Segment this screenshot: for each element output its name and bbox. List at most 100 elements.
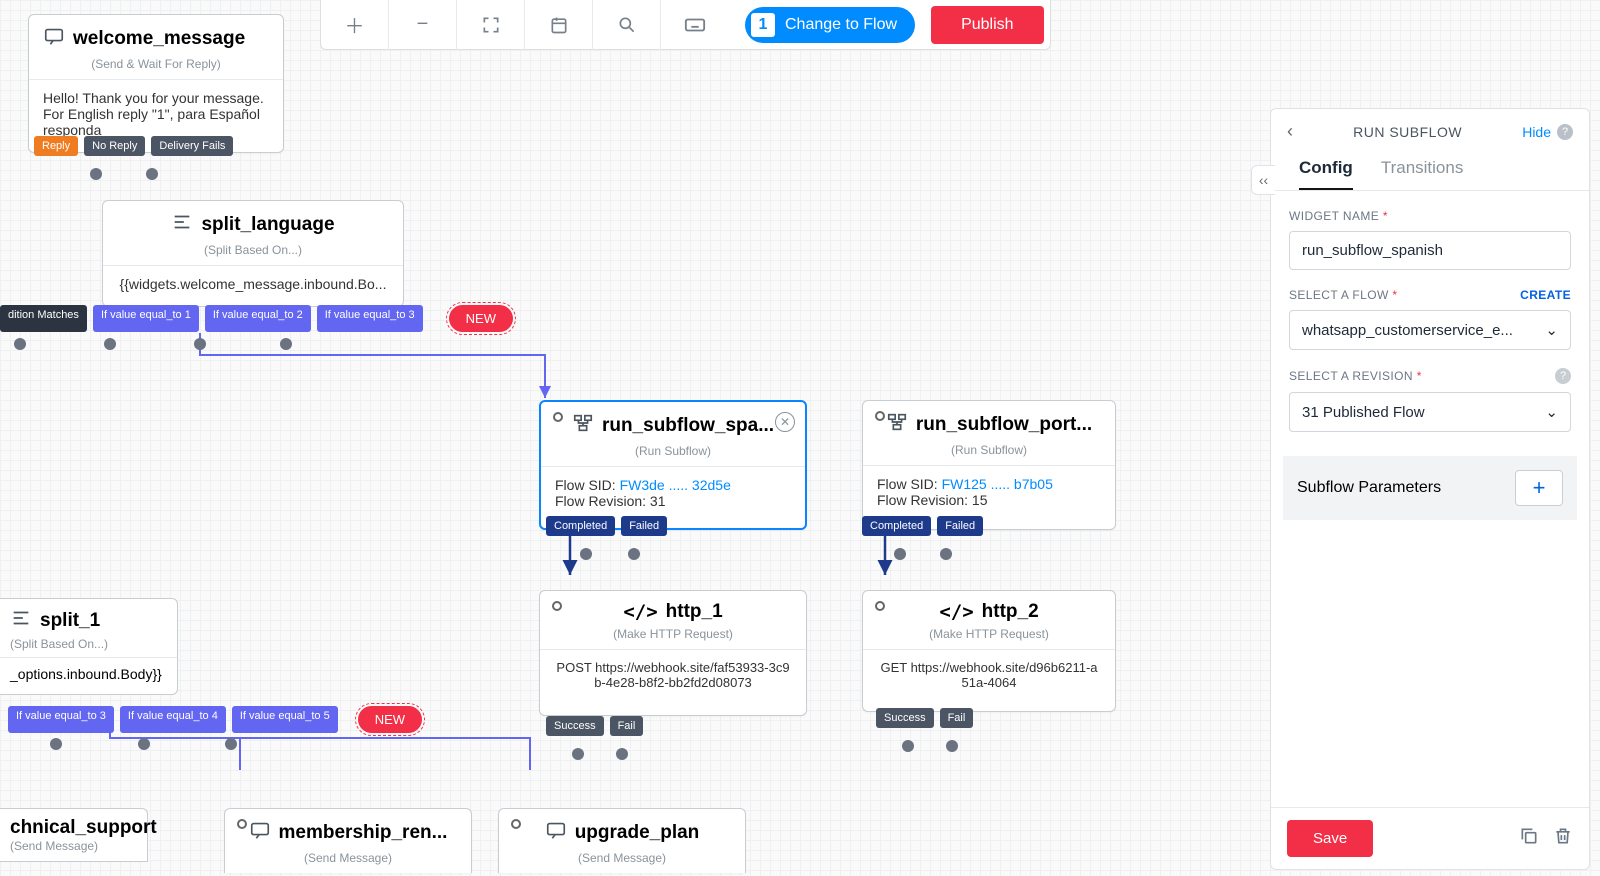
hide-panel-button[interactable]: Hide? bbox=[1522, 124, 1573, 140]
widget-name-input[interactable] bbox=[1289, 231, 1571, 270]
port[interactable] bbox=[194, 338, 206, 350]
port[interactable] bbox=[894, 548, 906, 560]
port[interactable] bbox=[146, 168, 158, 180]
widget-membership-ren[interactable]: membership_ren... (Send Message) bbox=[224, 808, 472, 873]
widget-upgrade-plan[interactable]: upgrade_plan (Send Message) bbox=[498, 808, 746, 873]
port[interactable] bbox=[280, 338, 292, 350]
port[interactable] bbox=[616, 748, 628, 760]
select-flow-label: SELECT A FLOW * bbox=[1289, 288, 1398, 302]
transition-pill[interactable]: Delivery Fails bbox=[151, 136, 233, 156]
transition-pill[interactable]: Failed bbox=[937, 516, 983, 536]
port[interactable] bbox=[940, 548, 952, 560]
widget-http-1[interactable]: </>http_1 (Make HTTP Request) POST https… bbox=[539, 590, 807, 716]
new-transition-button[interactable]: NEW bbox=[449, 305, 513, 332]
transition-pill[interactable]: Reply bbox=[34, 136, 78, 156]
widget-subtitle: (Run Subflow) bbox=[541, 444, 805, 467]
new-transition-button[interactable]: NEW bbox=[358, 706, 422, 733]
widget-subtitle: (Send Message) bbox=[10, 839, 137, 853]
widget-run-subflow-spanish[interactable]: ✕ run_subflow_spa... (Run Subflow) Flow … bbox=[539, 400, 807, 530]
transition-pill[interactable]: Failed bbox=[621, 516, 667, 536]
config-panel: ‹‹ ‹ RUN SUBFLOW Hide? Config Transition… bbox=[1270, 108, 1590, 870]
widget-welcome-message[interactable]: welcome_message (Send & Wait For Reply) … bbox=[28, 14, 284, 153]
port[interactable] bbox=[628, 548, 640, 560]
help-icon[interactable]: ? bbox=[1557, 124, 1573, 140]
split-icon bbox=[171, 211, 193, 239]
port[interactable] bbox=[225, 738, 237, 750]
transition-pill[interactable]: If value equal_to 4 bbox=[120, 706, 226, 733]
widget-title: http_2 bbox=[982, 601, 1039, 623]
port[interactable] bbox=[138, 738, 150, 750]
publish-button[interactable]: Publish bbox=[931, 6, 1043, 44]
create-flow-link[interactable]: CREATE bbox=[1520, 288, 1571, 302]
select-revision-dropdown[interactable]: 31 Published Flow ⌄ bbox=[1289, 392, 1571, 432]
flow-sid[interactable]: FW125 ..... b7b05 bbox=[942, 476, 1053, 492]
select-flow-dropdown[interactable]: whatsapp_customerservice_e... ⌄ bbox=[1289, 310, 1571, 350]
keyboard-button[interactable] bbox=[661, 0, 729, 50]
tab-transitions[interactable]: Transitions bbox=[1381, 158, 1464, 190]
input-anchor[interactable] bbox=[553, 412, 563, 422]
widget-technical-support[interactable]: chnical_support (Send Message) bbox=[0, 808, 148, 862]
trash-icon[interactable] bbox=[1553, 826, 1573, 851]
flow-sid[interactable]: FW3de ..... 32d5e bbox=[620, 477, 731, 493]
port[interactable] bbox=[946, 740, 958, 752]
input-anchor[interactable] bbox=[237, 819, 247, 829]
transition-pill[interactable]: If value equal_to 1 bbox=[93, 305, 199, 332]
select-revision-label: SELECT A REVISION * bbox=[1289, 369, 1422, 383]
transition-pill[interactable]: Success bbox=[546, 716, 604, 736]
port[interactable] bbox=[902, 740, 914, 752]
panel-title: RUN SUBFLOW bbox=[1353, 124, 1462, 140]
search-button[interactable] bbox=[593, 0, 661, 50]
transition-pill[interactable]: dition Matches bbox=[0, 305, 87, 332]
input-anchor[interactable] bbox=[875, 601, 885, 611]
sid-label: Flow SID: bbox=[555, 477, 620, 493]
transition-pill[interactable]: If value equal_to 5 bbox=[232, 706, 338, 733]
transition-pill[interactable]: Completed bbox=[546, 516, 615, 536]
back-button[interactable]: ‹ bbox=[1287, 121, 1293, 142]
port[interactable] bbox=[572, 748, 584, 760]
transition-pill[interactable]: No Reply bbox=[84, 136, 145, 156]
widget-title: upgrade_plan bbox=[575, 822, 700, 844]
transition-pill[interactable]: Completed bbox=[862, 516, 931, 536]
subflow-spa-transitions: Completed Failed bbox=[546, 516, 667, 536]
widget-body: {{widgets.welcome_message.inbound.Bo... bbox=[103, 266, 403, 306]
help-icon[interactable]: ? bbox=[1555, 368, 1571, 384]
widget-subtitle: (Send Message) bbox=[499, 851, 745, 873]
chat-icon bbox=[545, 819, 567, 847]
select-flow-value: whatsapp_customerservice_e... bbox=[1302, 322, 1513, 339]
port[interactable] bbox=[104, 338, 116, 350]
fit-screen-button[interactable] bbox=[457, 0, 525, 50]
collapse-panel-button[interactable]: ‹‹ bbox=[1251, 165, 1275, 195]
widget-subtitle: (Make HTTP Request) bbox=[863, 627, 1115, 650]
tab-config[interactable]: Config bbox=[1299, 158, 1353, 190]
code-icon: </> bbox=[623, 601, 657, 623]
transition-pill[interactable]: If value equal_to 2 bbox=[205, 305, 311, 332]
split1-transitions: If value equal_to 3 If value equal_to 4 … bbox=[8, 706, 422, 733]
port[interactable] bbox=[14, 338, 26, 350]
transition-pill[interactable]: If value equal_to 3 bbox=[8, 706, 114, 733]
panel-tabs: Config Transitions bbox=[1271, 150, 1589, 191]
widget-body: Flow SID: FW3de ..... 32d5e Flow Revisio… bbox=[541, 467, 805, 523]
widget-run-subflow-port[interactable]: run_subflow_port... (Run Subflow) Flow S… bbox=[862, 400, 1116, 530]
duplicate-icon[interactable] bbox=[1519, 826, 1539, 851]
close-icon[interactable]: ✕ bbox=[775, 412, 795, 432]
transition-pill[interactable]: Fail bbox=[610, 716, 644, 736]
hide-label: Hide bbox=[1522, 124, 1551, 140]
widget-split-language[interactable]: split_language (Split Based On...) {{wid… bbox=[102, 200, 404, 307]
widget-http-2[interactable]: </>http_2 (Make HTTP Request) GET https:… bbox=[862, 590, 1116, 712]
calendar-button[interactable] bbox=[525, 0, 593, 50]
save-button[interactable]: Save bbox=[1287, 820, 1373, 857]
zoom-out-button[interactable]: − bbox=[389, 0, 457, 50]
port[interactable] bbox=[580, 548, 592, 560]
port[interactable] bbox=[50, 738, 62, 750]
widget-split-1[interactable]: split_1 (Split Based On...) _options.inb… bbox=[0, 598, 178, 695]
input-anchor[interactable] bbox=[511, 819, 521, 829]
transition-pill[interactable]: If value equal_to 3 bbox=[317, 305, 423, 332]
input-anchor[interactable] bbox=[875, 411, 885, 421]
input-anchor[interactable] bbox=[552, 601, 562, 611]
zoom-in-button[interactable]: ＋ bbox=[321, 0, 389, 50]
port[interactable] bbox=[90, 168, 102, 180]
add-parameter-button[interactable]: + bbox=[1515, 470, 1563, 506]
transition-pill[interactable]: Success bbox=[876, 708, 934, 728]
transition-pill[interactable]: Fail bbox=[940, 708, 974, 728]
change-to-flow-button[interactable]: 1 Change to Flow bbox=[745, 7, 915, 43]
